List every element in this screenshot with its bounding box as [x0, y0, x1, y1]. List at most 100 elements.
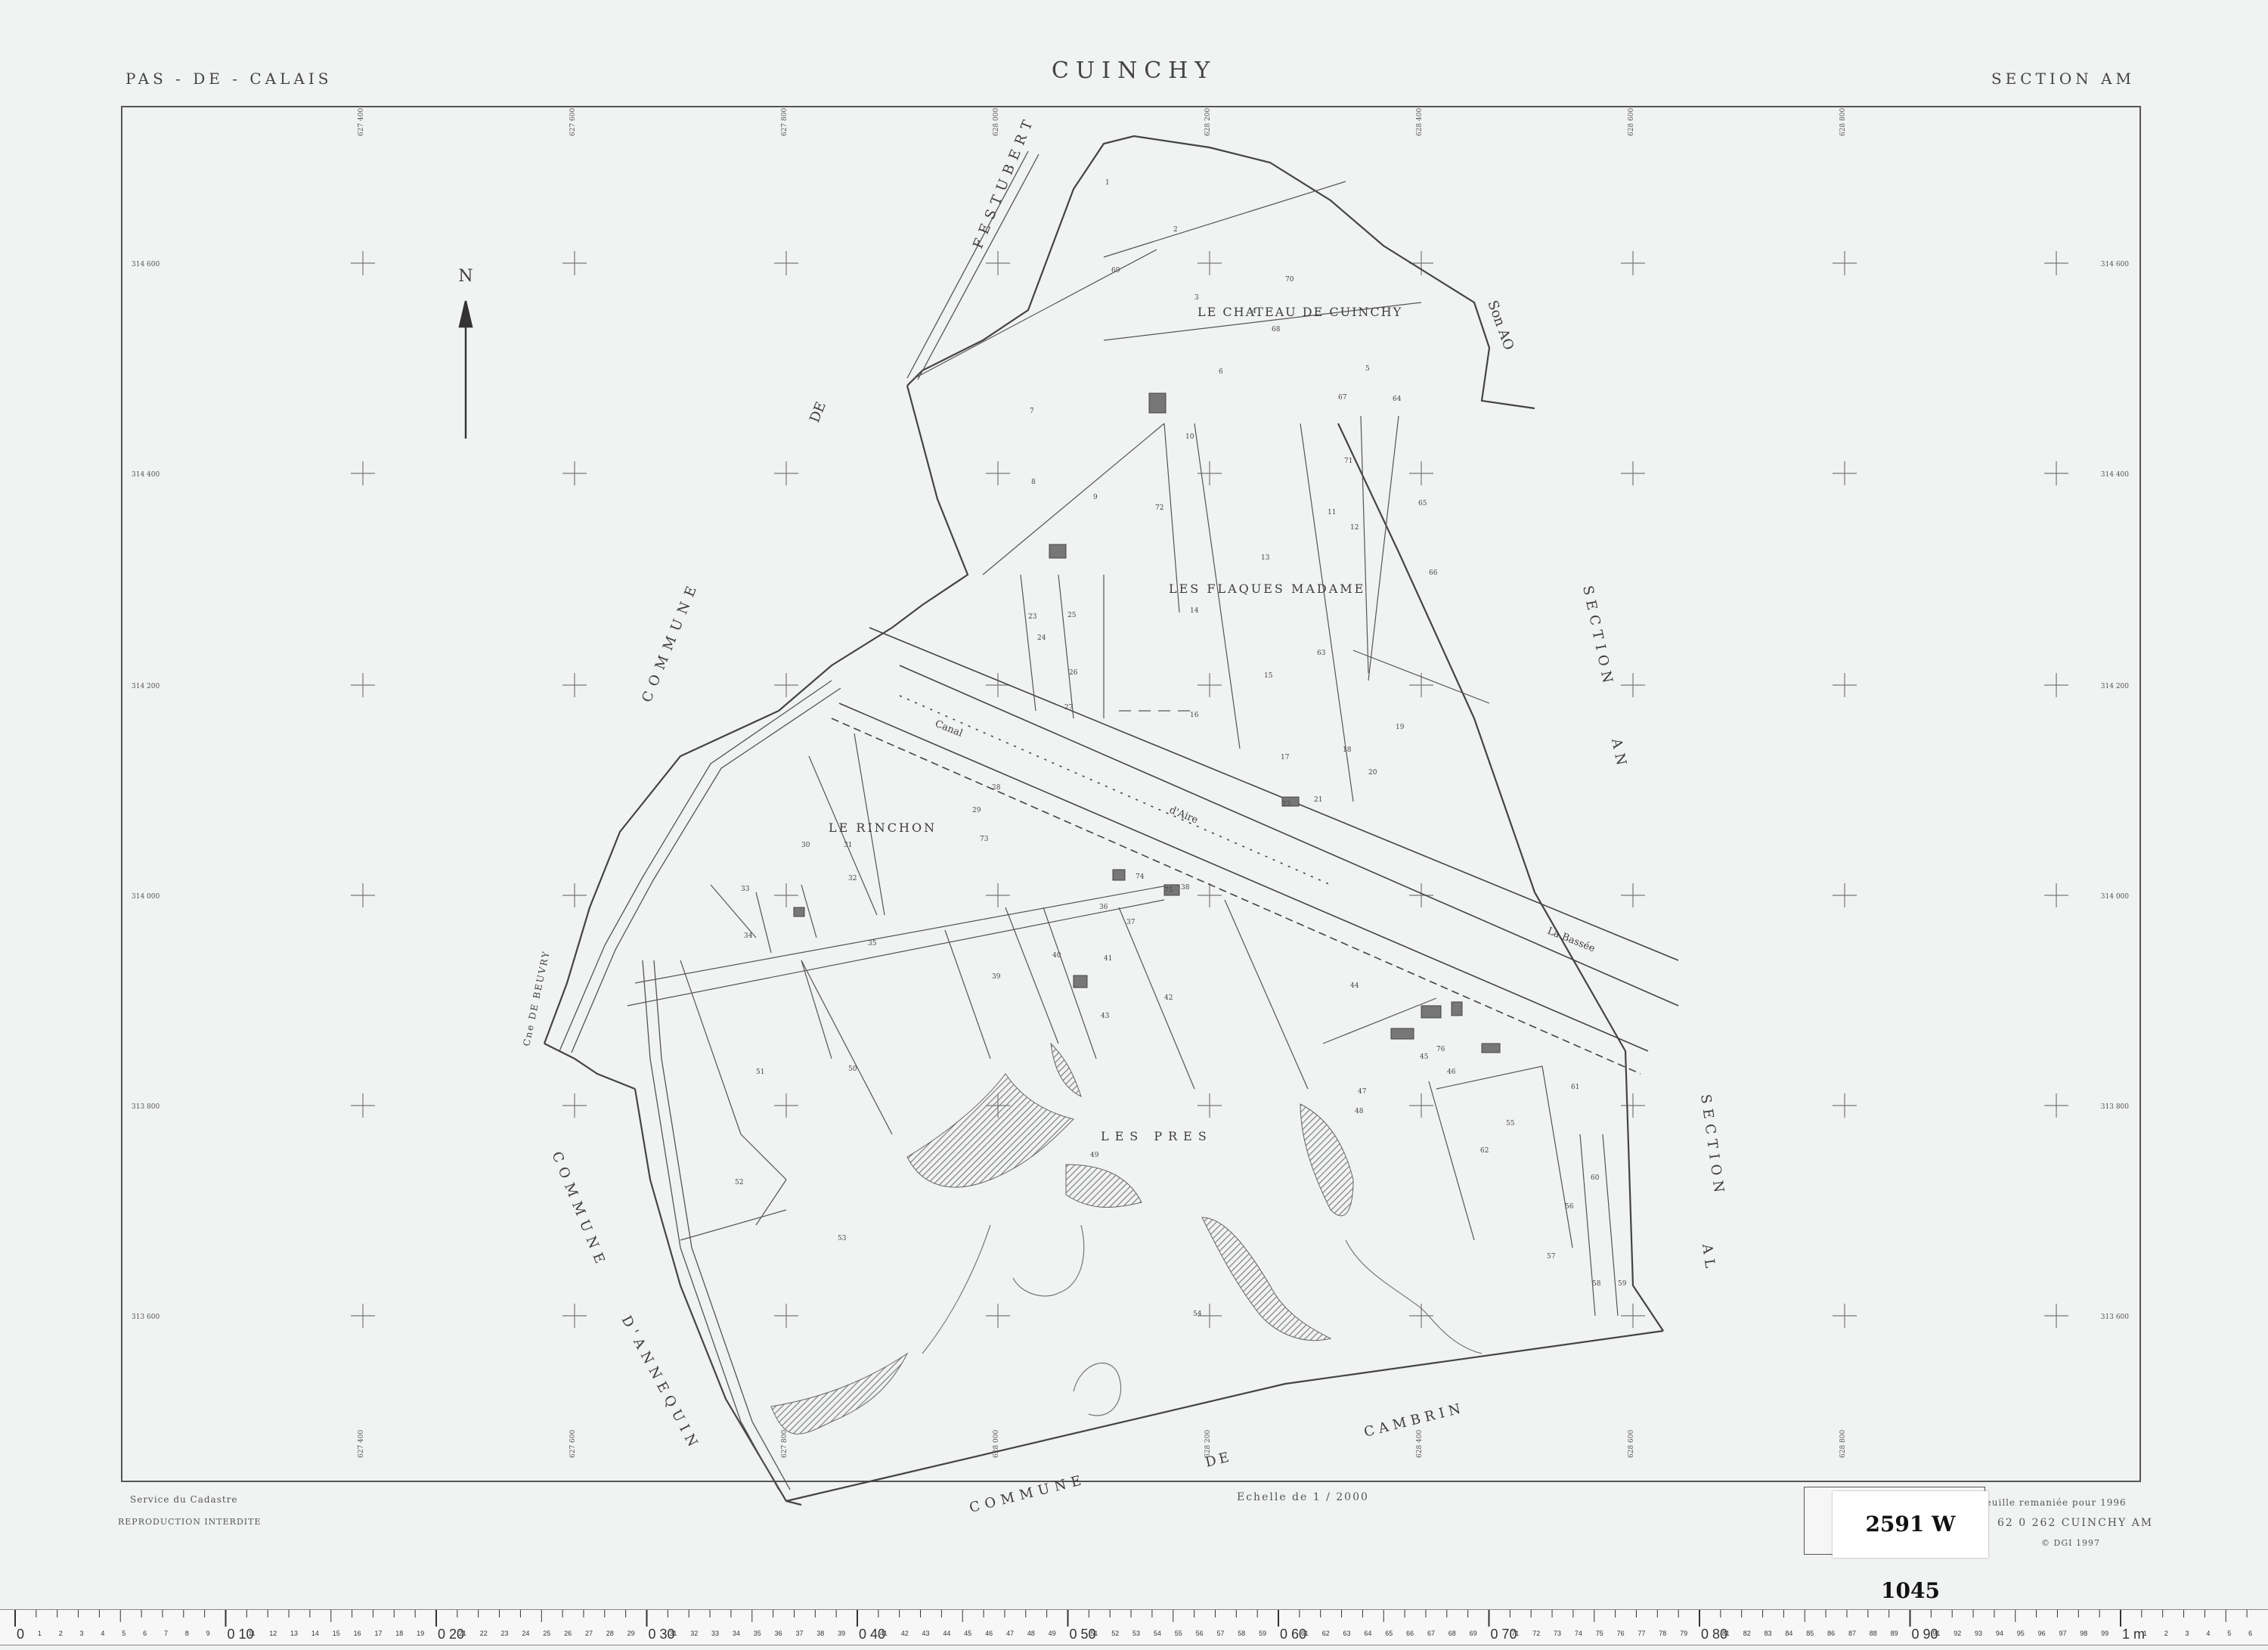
- parcel-number: 47: [1358, 1088, 1367, 1096]
- ruler-minor-label: 97: [2059, 1630, 2066, 1637]
- ruler-minor-label: 8: [185, 1630, 189, 1637]
- grid-x-label: 627 600: [569, 1430, 577, 1458]
- parcel-number: 64: [1393, 395, 1402, 403]
- neighbour-festubert: FESTUBERT: [970, 113, 1038, 251]
- ruler-minor-label: 91: [1932, 1630, 1940, 1637]
- grid-x-label: 627 800: [781, 108, 789, 136]
- parcel-number: 16: [1190, 712, 1199, 719]
- parcel-number: 1: [1105, 179, 1110, 187]
- ruler-minor-label: 79: [1680, 1630, 1687, 1637]
- ruler-minor-label: 32: [690, 1630, 698, 1637]
- grid-y-label: 314 200: [2101, 683, 2129, 690]
- grid-x-label: 627 400: [358, 1430, 365, 1458]
- grid-y-label: 314 400: [2101, 471, 2129, 479]
- ruler-minor-label: 87: [1848, 1630, 1856, 1637]
- ruler-minor-label: 93: [1975, 1630, 1982, 1637]
- ruler-minor-label: 24: [522, 1630, 529, 1637]
- parcel-number: 76: [1436, 1046, 1445, 1053]
- parcel-number: 54: [1193, 1310, 1202, 1318]
- ruler-minor-label: 22: [480, 1630, 488, 1637]
- neighbour-commune-festubert: COMMUNE: [639, 578, 702, 705]
- ruler-minor-label: 2: [2164, 1630, 2168, 1637]
- parcel-number: 30: [801, 842, 810, 849]
- parcel-number: 3: [1194, 294, 1199, 302]
- parcel-number: 40: [1052, 952, 1061, 960]
- ruler-minor-label: 95: [2017, 1630, 2025, 1637]
- ruler-minor-label: 43: [922, 1630, 930, 1637]
- parcel-number: 69: [1111, 267, 1120, 274]
- ruler-minor-label: 17: [374, 1630, 382, 1637]
- ruler-minor-label: 5: [122, 1630, 125, 1637]
- grid-x-label: 628 800: [1839, 108, 1847, 136]
- ruler-minor-label: 31: [669, 1630, 677, 1637]
- ruler-minor-label: 6: [143, 1630, 147, 1637]
- ruler-minor-label: 72: [1532, 1630, 1540, 1637]
- footer-scale: Echelle de 1 / 2000: [1237, 1491, 1369, 1503]
- parcel-number: 62: [1480, 1147, 1489, 1155]
- parcel-number: 38: [1181, 884, 1190, 892]
- parcel-number: 53: [838, 1235, 847, 1242]
- ruler-minor-label: 46: [985, 1630, 993, 1637]
- ruler-major-label: 1 m: [2122, 1627, 2145, 1642]
- ruler-minor-label: 1: [38, 1630, 42, 1637]
- ruler-minor-label: 59: [1259, 1630, 1266, 1637]
- place-flaques: LES FLAQUES MADAME: [1169, 582, 1365, 596]
- parcel-number: 29: [972, 807, 981, 814]
- ruler-minor-label: 82: [1743, 1630, 1751, 1637]
- parcel-number: 41: [1104, 955, 1112, 963]
- parcel-number: 66: [1429, 569, 1438, 577]
- ruler-minor-label: 53: [1132, 1630, 1140, 1637]
- ruler-minor-label: 27: [585, 1630, 593, 1637]
- parcel-number: 50: [848, 1065, 857, 1073]
- ruler-minor-label: 44: [943, 1630, 950, 1637]
- parcel-number: 70: [1285, 276, 1294, 284]
- parcel-number: 17: [1281, 754, 1290, 761]
- ruler-minor-label: 2: [59, 1630, 63, 1637]
- grid-y-label: 313 600: [2101, 1313, 2129, 1321]
- ruler-minor-label: 71: [1511, 1630, 1519, 1637]
- ruler-minor-label: 62: [1322, 1630, 1330, 1637]
- ruler-minor-label: 55: [1175, 1630, 1182, 1637]
- footer-reproduction: REPRODUCTION INTERDITE: [118, 1517, 262, 1527]
- parcel-number: 13: [1261, 554, 1270, 562]
- parcel-number: 44: [1350, 982, 1359, 990]
- ruler-minor-label: 64: [1364, 1630, 1371, 1637]
- measuring-ruler: 01234567890 10 11 12 13 14 15 16 17 18 19 0 20 21 22…: [0, 1609, 2268, 1645]
- ruler-minor-label: 5: [2227, 1630, 2231, 1637]
- grid-y-label: 314 000: [132, 893, 160, 901]
- ruler-minor-label: 18: [395, 1630, 403, 1637]
- grid-y-label: 314 400: [132, 471, 160, 479]
- ruler-minor-label: 29: [627, 1630, 635, 1637]
- ruler-minor-label: 1: [2143, 1630, 2147, 1637]
- parcel-number: 19: [1396, 724, 1405, 731]
- grid-x-label: 627 800: [781, 1430, 789, 1458]
- footer-remaniee: Feuille remaniée pour 1996: [1979, 1497, 2127, 1508]
- ruler-minor-label: 49: [1049, 1630, 1056, 1637]
- grid-x-label: 628 600: [1628, 108, 1635, 136]
- parcel-number: 35: [868, 940, 877, 948]
- ruler-minor-label: 54: [1154, 1630, 1161, 1637]
- ruler-minor-label: 76: [1617, 1630, 1625, 1637]
- grid-x-label: 628 400: [1416, 108, 1424, 136]
- parcel-number: 4: [1252, 308, 1256, 315]
- ruler-minor-label: 92: [1954, 1630, 1961, 1637]
- parcel-number: 6: [1219, 368, 1223, 376]
- place-pres: LES PRES: [1101, 1129, 1213, 1143]
- parcel-number: 57: [1547, 1253, 1556, 1261]
- footer-service: Service du Cadastre: [130, 1494, 238, 1505]
- parcel-number: 31: [844, 842, 852, 849]
- ruler-minor-label: 12: [269, 1630, 277, 1637]
- ruler-minor-label: 28: [606, 1630, 614, 1637]
- ruler-minor-label: 13: [290, 1630, 298, 1637]
- neighbour-section-al-word: SECTION: [1697, 1093, 1727, 1199]
- parcel-number: 22: [1282, 801, 1290, 808]
- ruler-minor-label: 39: [838, 1630, 845, 1637]
- ruler-minor-label: 33: [711, 1630, 719, 1637]
- ruler-minor-label: 94: [1996, 1630, 2003, 1637]
- parcel-number: 7: [1030, 408, 1034, 415]
- ruler-minor-label: 98: [2080, 1630, 2087, 1637]
- ruler-minor-label: 56: [1196, 1630, 1204, 1637]
- parcel-number: 37: [1126, 919, 1136, 926]
- neighbour-de-festubert: DE: [807, 399, 829, 424]
- parcel-number: 74: [1136, 873, 1145, 881]
